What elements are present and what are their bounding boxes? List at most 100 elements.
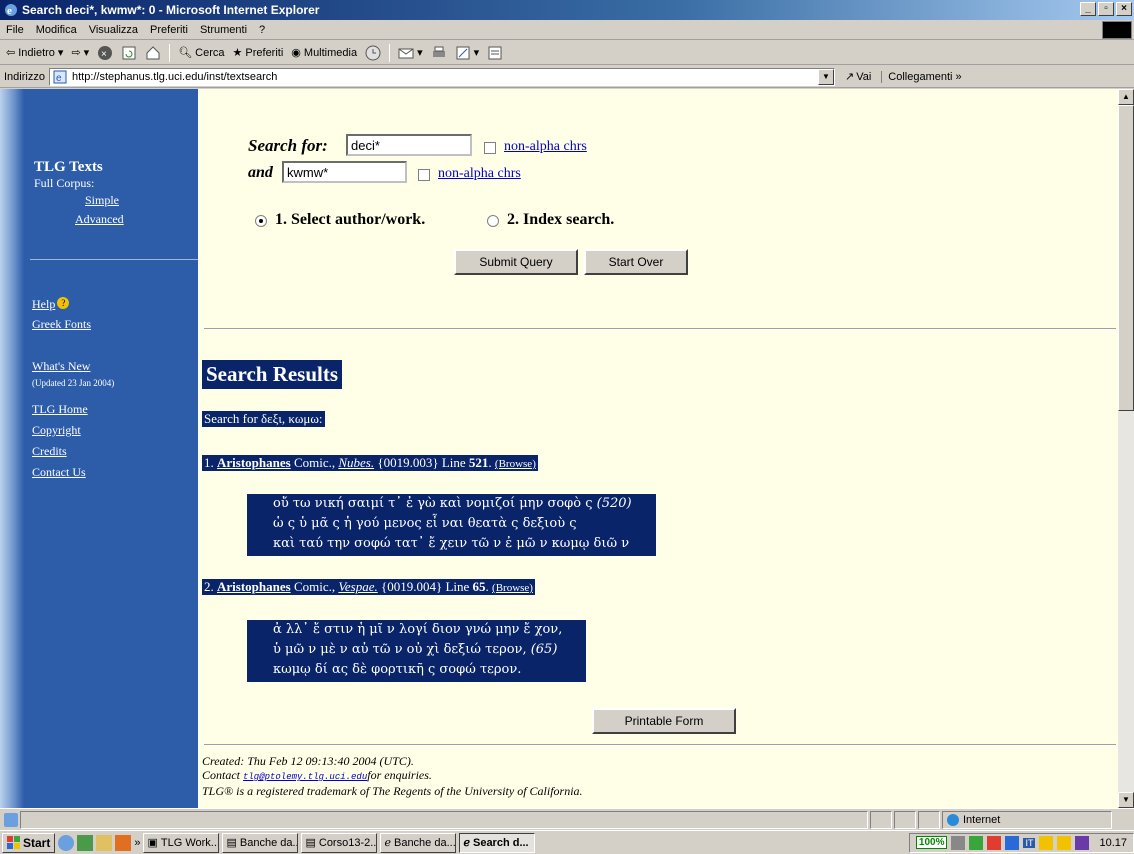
sidebar-link-tlg-home[interactable]: TLG Home: [32, 402, 88, 417]
scroll-down-button[interactable]: ▼: [1118, 792, 1134, 808]
and-input[interactable]: [282, 161, 407, 183]
address-dropdown-button[interactable]: ▼: [817, 68, 834, 85]
sidebar-link-help[interactable]: Help?: [32, 297, 70, 312]
forward-button[interactable]: ⇨ ▾: [69, 46, 91, 59]
favorites-button[interactable]: ★ Preferiti: [231, 46, 286, 60]
task-label: Banche da...: [239, 836, 299, 849]
search-button[interactable]: 🔍︎ Cerca: [176, 46, 226, 60]
restore-button[interactable]: ▫: [1098, 2, 1114, 16]
nonalpha-checkbox-1[interactable]: [484, 142, 496, 154]
start-over-button[interactable]: Start Over: [584, 249, 688, 275]
status-bar: Internet: [0, 808, 1134, 830]
main-panel: Search for: non-alpha chrs and non-alpha…: [198, 89, 1118, 808]
nonalpha-link-2[interactable]: non-alpha chrs: [438, 166, 521, 182]
tray-app-icon[interactable]: [969, 835, 984, 850]
chevron-down-icon: ▾: [83, 47, 90, 59]
mail-button[interactable]: ▾: [396, 45, 425, 61]
result-author-link[interactable]: Aristophanes: [217, 579, 291, 594]
tray-app-icon[interactable]: [1075, 835, 1090, 850]
result-work-link[interactable]: Vespae.: [338, 579, 377, 594]
menu-help[interactable]: ?: [253, 24, 271, 36]
language-indicator[interactable]: IT: [1023, 837, 1036, 848]
chevron-down-icon: ▾: [473, 47, 480, 59]
result-ref: {0019.004} Line: [380, 579, 470, 594]
quicklaunch-ie-icon[interactable]: [58, 834, 75, 851]
sidebar-link-greek-fonts[interactable]: Greek Fonts: [32, 317, 91, 332]
sidebar-link-credits[interactable]: Credits: [32, 444, 67, 459]
go-button[interactable]: ↗ Vai: [845, 70, 871, 84]
search-for-input[interactable]: [346, 134, 472, 156]
taskbar-item-tlg[interactable]: ▣ TLG Work...: [143, 832, 220, 853]
links-button[interactable]: Collegamenti »: [881, 70, 962, 83]
media-button[interactable]: ◉ Multimedia: [289, 46, 359, 60]
result-author-link[interactable]: Aristophanes: [217, 455, 291, 470]
contact-email-link[interactable]: tlg@ptolemy.tlg.uci.edu: [243, 772, 367, 782]
and-label: and: [248, 164, 273, 181]
tray-app-icon[interactable]: [1039, 835, 1054, 850]
result-browse-link[interactable]: (Browse): [492, 582, 533, 594]
chevron-down-icon: ▾: [417, 47, 423, 59]
printable-form-button[interactable]: Printable Form: [592, 708, 736, 734]
nonalpha-checkbox-2[interactable]: [418, 169, 430, 181]
quicklaunch-more[interactable]: »: [134, 837, 140, 849]
stop-button[interactable]: ×: [95, 45, 115, 61]
result-browse-link[interactable]: (Browse): [495, 458, 536, 470]
menu-modifica[interactable]: Modifica: [30, 24, 83, 36]
zoom-indicator[interactable]: 100%: [915, 836, 948, 849]
minimize-button[interactable]: _: [1080, 2, 1096, 16]
taskbar-item-banche-1[interactable]: ▤ Banche da...: [222, 832, 299, 853]
print-button[interactable]: [429, 45, 449, 61]
tray-app-icon[interactable]: [1005, 835, 1020, 850]
sidebar-link-copyright[interactable]: Copyright: [32, 423, 81, 438]
taskbar-item-corso[interactable]: ▤ Corso13-2...: [301, 832, 378, 853]
taskbar: Start » ▣ TLG Work... ▤ Banche da... ▤ Cors…: [0, 830, 1134, 854]
task-label: TLG Work...: [160, 836, 220, 849]
sidebar-link-simple[interactable]: Simple: [85, 193, 119, 208]
refresh-icon: [122, 46, 136, 59]
svg-text:e: e: [56, 73, 62, 84]
toolbar-separator: [169, 43, 171, 62]
search-for-label: Search for:: [248, 136, 328, 155]
edit-button[interactable]: ▾: [453, 45, 482, 61]
close-button[interactable]: ×: [1116, 2, 1132, 16]
history-button[interactable]: [363, 45, 383, 61]
radio-index-search[interactable]: [487, 215, 499, 227]
quicklaunch-explorer-icon[interactable]: [96, 834, 113, 851]
vertical-scrollbar[interactable]: ▲ ▼: [1118, 89, 1134, 808]
menu-visualizza[interactable]: Visualizza: [83, 24, 144, 36]
discuss-button[interactable]: [485, 45, 505, 61]
tray-app-icon[interactable]: [1057, 835, 1072, 850]
menu-file[interactable]: File: [0, 24, 30, 36]
taskbar-item-search[interactable]: ℯ Search d...: [459, 832, 536, 853]
back-button[interactable]: ⇦ Indietro ▾: [4, 46, 65, 60]
scroll-up-button[interactable]: ▲: [1118, 89, 1134, 105]
menu-preferiti[interactable]: Preferiti: [144, 24, 194, 36]
stop-icon: ×: [98, 45, 113, 60]
status-zone: Internet: [942, 810, 1112, 829]
nonalpha-link-1[interactable]: non-alpha chrs: [504, 139, 587, 155]
taskbar-item-banche-2[interactable]: ℯ Banche da...: [380, 832, 457, 853]
submit-query-button[interactable]: Submit Query: [454, 249, 578, 275]
task-label: Banche da...: [393, 836, 456, 849]
home-button[interactable]: [143, 45, 163, 61]
quicklaunch-media-icon[interactable]: [115, 834, 132, 851]
sidebar: TLG Texts Full Corpus: Simple Advanced H…: [0, 89, 198, 808]
sidebar-link-advanced[interactable]: Advanced: [75, 212, 124, 227]
option1-label: 1. Select author/work.: [275, 211, 426, 228]
tray-app-icon[interactable]: [987, 835, 1002, 850]
result-work-link[interactable]: Nubes.: [338, 455, 374, 470]
radio-select-author[interactable]: [255, 215, 267, 227]
address-input[interactable]: e http://stephanus.tlg.uci.edu/inst/text…: [48, 67, 835, 86]
created-timestamp: Created: Thu Feb 12 09:13:40 2004 (UTC).: [202, 754, 414, 768]
sidebar-title: TLG Texts: [34, 159, 103, 175]
sidebar-link-contact[interactable]: Contact Us: [32, 465, 86, 480]
menu-strumenti[interactable]: Strumenti: [194, 24, 253, 36]
refresh-button[interactable]: [119, 45, 139, 61]
start-button[interactable]: Start: [2, 832, 56, 853]
task-label: Search d...: [472, 836, 529, 849]
scroll-thumb[interactable]: [1118, 105, 1134, 411]
sidebar-link-whats-new[interactable]: What's New: [32, 359, 90, 374]
ie-icon: ℯ: [463, 837, 470, 849]
quicklaunch-desktop-icon[interactable]: [77, 834, 94, 851]
network-icon[interactable]: [951, 835, 966, 850]
